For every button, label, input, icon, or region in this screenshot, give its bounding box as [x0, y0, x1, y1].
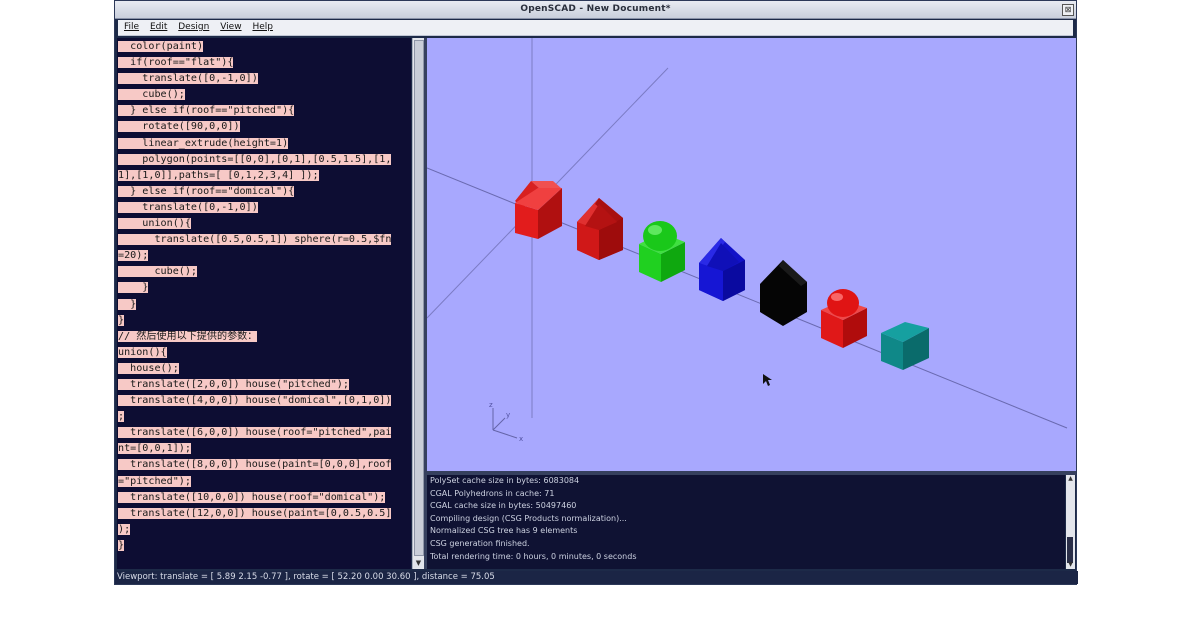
- close-icon[interactable]: ⊠: [1062, 4, 1074, 16]
- console-scrollbar[interactable]: ▲ ▼: [1066, 475, 1075, 569]
- console-line: PolySet cache size in bytes: 6083084: [430, 476, 580, 485]
- console-line: Total rendering time: 0 hours, 0 minutes…: [430, 551, 637, 561]
- console-scrollbar-thumb[interactable]: [1067, 537, 1073, 563]
- code-line[interactable]: 1],[1,0]],paths=[ [0,1,2,3,4] ]);: [118, 169, 319, 181]
- scroll-up-icon[interactable]: ▲: [1066, 475, 1075, 483]
- code-line[interactable]: union(){: [118, 346, 167, 358]
- code-line[interactable]: translate([4,0,0]) house("domical",[0,1,…: [118, 395, 392, 407]
- flat-house-red[interactable]: [515, 181, 562, 239]
- code-line[interactable]: translate([8,0,0]) house(paint=[0,0,0],r…: [118, 459, 392, 471]
- code-line[interactable]: ="pitched");: [118, 475, 191, 487]
- console-line: Normalized CSG tree has 9 elements: [430, 526, 578, 536]
- menu-edit[interactable]: Edit: [150, 20, 167, 35]
- pitched-house-red[interactable]: [577, 198, 623, 260]
- viewport-canvas[interactable]: z y x: [427, 38, 1076, 471]
- code-line[interactable]: }: [118, 314, 125, 326]
- menu-help[interactable]: Help: [252, 20, 273, 35]
- code-line[interactable]: translate([0.5,0.5,1]) sphere(r=0.5,$fn: [118, 234, 392, 246]
- flat-house-teal[interactable]: [881, 322, 929, 370]
- domical-house-green[interactable]: [639, 221, 685, 282]
- code-line[interactable]: rotate([90,0,0]): [118, 121, 240, 133]
- code-line[interactable]: translate([2,0,0]) house("pitched");: [118, 378, 349, 390]
- code-line[interactable]: translate([10,0,0]) house(roof="domical"…: [118, 491, 386, 503]
- code-line[interactable]: translate([6,0,0]) house(roof="pitched",…: [118, 427, 392, 439]
- status-bar: Viewport: translate = [ 5.89 2.15 -0.77 …: [115, 571, 1078, 584]
- code-line[interactable]: }: [118, 539, 125, 551]
- console-line: Compiling design (CSG Products normaliza…: [430, 513, 627, 523]
- console-line: CSG generation finished.: [430, 538, 530, 548]
- code-line[interactable]: color(paint): [118, 41, 204, 52]
- menu-view[interactable]: View: [220, 20, 241, 35]
- code-line[interactable]: translate([0,-1,0]): [118, 73, 258, 85]
- code-line[interactable]: }: [118, 298, 137, 310]
- menu-design[interactable]: Design: [178, 20, 209, 35]
- z-axis-label: z: [489, 401, 493, 409]
- menu-file[interactable]: File: [124, 20, 139, 35]
- window-title: OpenSCAD - New Document*: [520, 4, 671, 14]
- editor-scrollbar-thumb[interactable]: [414, 40, 424, 556]
- axis-gizmo: z y x: [489, 401, 523, 443]
- code-line[interactable]: // 然后使用以下提供的参数：: [118, 330, 258, 342]
- y-axis-label: y: [506, 411, 510, 419]
- code-line[interactable]: nt=[0,0,1]);: [118, 443, 191, 455]
- title-bar[interactable]: OpenSCAD - New Document* ⊠: [115, 1, 1076, 19]
- code-line[interactable]: translate([12,0,0]) house(paint=[0,0.5,0…: [118, 507, 392, 519]
- pitched-house-blue[interactable]: [699, 238, 745, 301]
- code-line[interactable]: polygon(points=[[0,0],[0,1],[0.5,1.5],[1…: [118, 153, 392, 165]
- code-line[interactable]: } else if(roof=="domical"){: [118, 185, 295, 197]
- code-line[interactable]: =20);: [118, 250, 149, 262]
- code-line[interactable]: }: [118, 282, 149, 294]
- code-line[interactable]: } else if(roof=="pitched"){: [118, 105, 295, 117]
- domical-house-red[interactable]: [821, 289, 867, 348]
- code-editor[interactable]: color(paint) if(roof=="flat"){ translate…: [117, 38, 411, 569]
- code-line[interactable]: cube();: [118, 89, 185, 101]
- editor-scrollbar[interactable]: ▼: [412, 38, 424, 569]
- console-line: CGAL Polyhedrons in cache: 71: [430, 488, 555, 498]
- console-line: CGAL cache size in bytes: 50497460: [430, 501, 577, 511]
- code-line[interactable]: linear_extrude(height=1): [118, 137, 289, 149]
- code-line[interactable]: translate([0,-1,0]): [118, 201, 258, 213]
- console-output[interactable]: PolySet cache size in bytes: 6083084 CGA…: [427, 475, 1065, 569]
- menu-bar: File Edit Design View Help: [118, 20, 1073, 36]
- code-line[interactable]: union(){: [118, 218, 191, 230]
- scroll-down-icon[interactable]: ▼: [1066, 561, 1075, 569]
- code-line[interactable]: cube();: [118, 266, 198, 278]
- scroll-down-icon[interactable]: ▼: [414, 559, 423, 568]
- pitched-house-black[interactable]: [760, 260, 807, 326]
- x-axis-label: x: [519, 435, 523, 443]
- code-line[interactable]: if(roof=="flat"){: [118, 57, 234, 69]
- code-line[interactable]: );: [118, 523, 131, 535]
- code-text[interactable]: color(paint) if(roof=="flat"){ translate…: [117, 38, 411, 554]
- openscad-window: OpenSCAD - New Document* ⊠ File Edit Des…: [114, 0, 1078, 585]
- mouse-cursor-icon: [763, 374, 772, 386]
- 3d-viewport[interactable]: z y x: [427, 38, 1076, 471]
- code-line[interactable]: house();: [118, 362, 179, 374]
- code-line[interactable]: ;: [118, 411, 125, 423]
